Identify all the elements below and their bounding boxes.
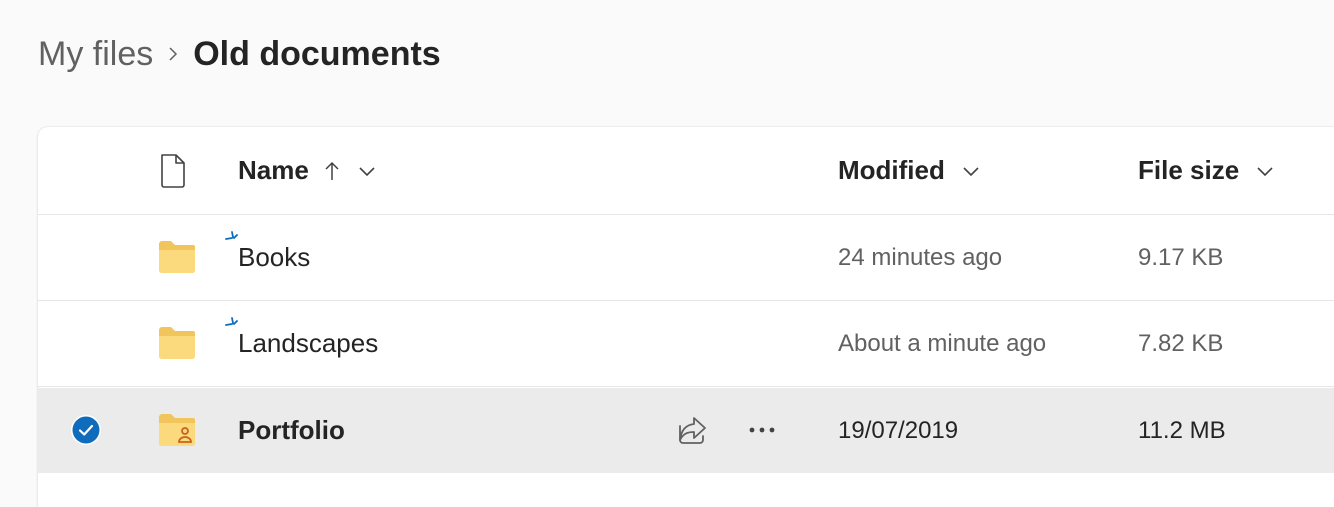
column-header-file-size[interactable]: File size	[1138, 127, 1275, 214]
file-size: 9.17 KB	[1138, 243, 1224, 271]
chevron-down-icon[interactable]	[1255, 161, 1275, 181]
column-file-size-label: File size	[1138, 155, 1240, 185]
file-size: 7.82 KB	[1138, 329, 1224, 357]
modified-date: About a minute ago	[838, 329, 1047, 357]
file-name-label: Landscapes	[238, 328, 379, 358]
folder-icon	[159, 327, 195, 359]
file-size: 11.2 MB	[1138, 416, 1226, 444]
checkmark-circle-icon[interactable]	[70, 414, 102, 446]
table-row[interactable]: Books 24 minutes ago 9.17 KB	[38, 215, 1334, 301]
breadcrumb-my-files[interactable]: My files	[38, 35, 153, 74]
file-list: Name Modified File size Books 24 minutes…	[38, 127, 1334, 507]
column-header-name[interactable]: Name	[238, 127, 377, 214]
column-modified-label: Modified	[838, 155, 945, 185]
column-header-modified[interactable]: Modified	[838, 127, 981, 214]
folder-icon	[159, 241, 195, 273]
table-row-selected[interactable]: Portfolio 19/07/2019 11.2 MB	[38, 388, 1334, 473]
file-name-label: Books	[238, 242, 311, 272]
chevron-down-icon[interactable]	[961, 161, 981, 181]
more-options-icon[interactable]	[744, 412, 780, 448]
column-name-label: Name	[238, 155, 309, 185]
file-name-label: Portfolio	[238, 415, 345, 445]
breadcrumb: My files Old documents	[38, 30, 441, 78]
chevron-right-icon	[153, 46, 193, 62]
file-name[interactable]: Books	[238, 215, 310, 300]
table-row[interactable]: Landscapes About a minute ago 7.82 KB	[38, 301, 1334, 387]
file-list-header: Name Modified File size	[38, 127, 1334, 215]
shared-folder-icon	[159, 414, 195, 446]
share-icon[interactable]	[674, 412, 710, 448]
breadcrumb-current-folder: Old documents	[193, 34, 441, 73]
modified-date: 24 minutes ago	[838, 243, 1003, 271]
file-type-icon[interactable]	[158, 127, 188, 214]
file-name[interactable]: Landscapes	[238, 301, 378, 386]
chevron-down-icon[interactable]	[357, 161, 377, 181]
file-name[interactable]: Portfolio	[238, 388, 345, 473]
modified-date: 19/07/2019	[838, 416, 959, 444]
sort-ascending-icon	[325, 161, 339, 180]
